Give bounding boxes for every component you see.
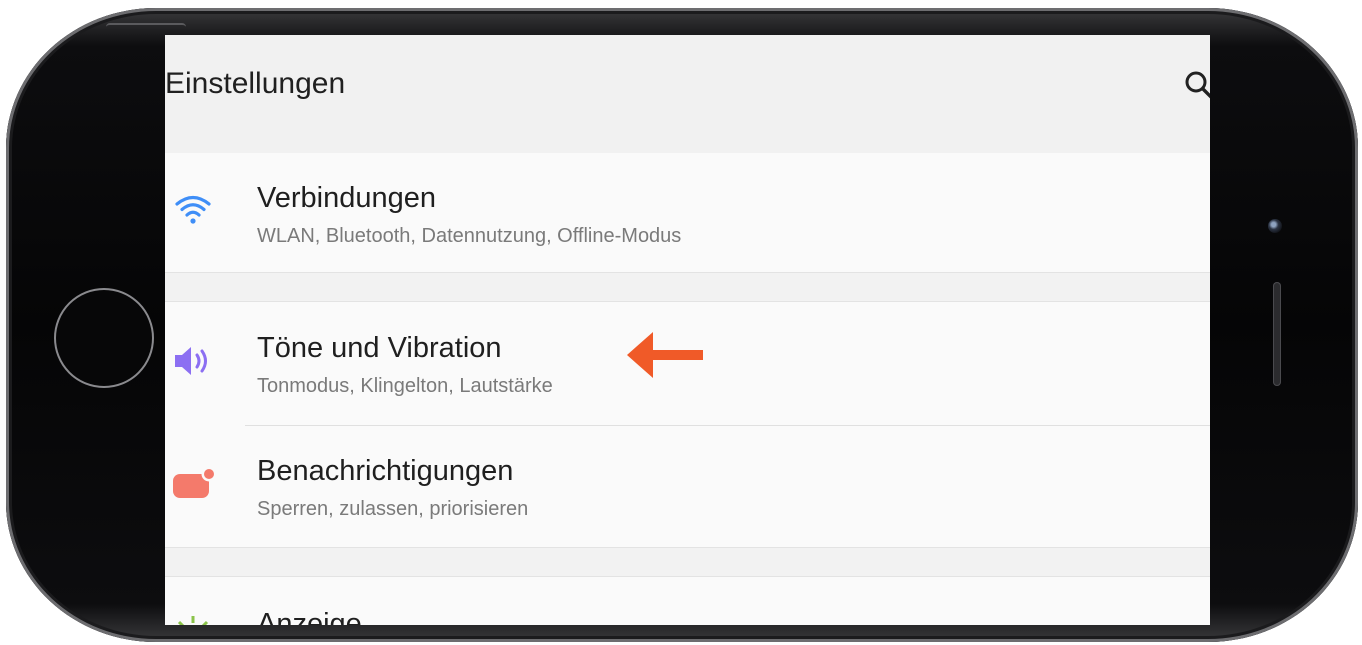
- earpiece-speaker: [1273, 282, 1281, 386]
- page-title: Einstellungen: [165, 67, 346, 100]
- settings-item-connections[interactable]: Verbindungen WLAN, Bluetooth, Datennutzu…: [165, 153, 1210, 273]
- settings-item-display[interactable]: Anzeige: [165, 577, 1210, 625]
- settings-group-display: Anzeige: [165, 576, 1210, 625]
- front-camera: [1268, 219, 1282, 233]
- phone-side-button: [106, 23, 186, 33]
- settings-item-subtitle: WLAN, Bluetooth, Datennutzung, Offline-M…: [257, 225, 682, 247]
- app-bar: Einstellungen: [165, 35, 1210, 153]
- settings-item-title: Benachrichtigungen: [257, 455, 514, 487]
- settings-item-subtitle: Tonmodus, Klingelton, Lautstärke: [257, 375, 553, 397]
- settings-item-title: Töne und Vibration: [257, 332, 502, 364]
- settings-group-connections: Verbindungen WLAN, Bluetooth, Datennutzu…: [165, 153, 1210, 273]
- notification-icon: [173, 466, 215, 498]
- settings-item-subtitle: Sperren, zulassen, priorisieren: [257, 498, 529, 520]
- annotation-arrow-icon: [627, 332, 703, 378]
- home-button[interactable]: [54, 288, 154, 388]
- settings-item-title: Anzeige: [257, 608, 362, 625]
- search-icon[interactable]: [1183, 69, 1210, 101]
- settings-screen: Einstellungen Verbindungen WLAN, Bluetoo…: [165, 35, 1210, 625]
- settings-item-notifications[interactable]: Benachrichtigungen Sperren, zulassen, pr…: [165, 426, 1210, 549]
- settings-item-title: Verbindungen: [257, 182, 436, 214]
- display-icon: [177, 616, 209, 625]
- wifi-icon: [175, 195, 211, 224]
- speaker-icon: [175, 347, 207, 375]
